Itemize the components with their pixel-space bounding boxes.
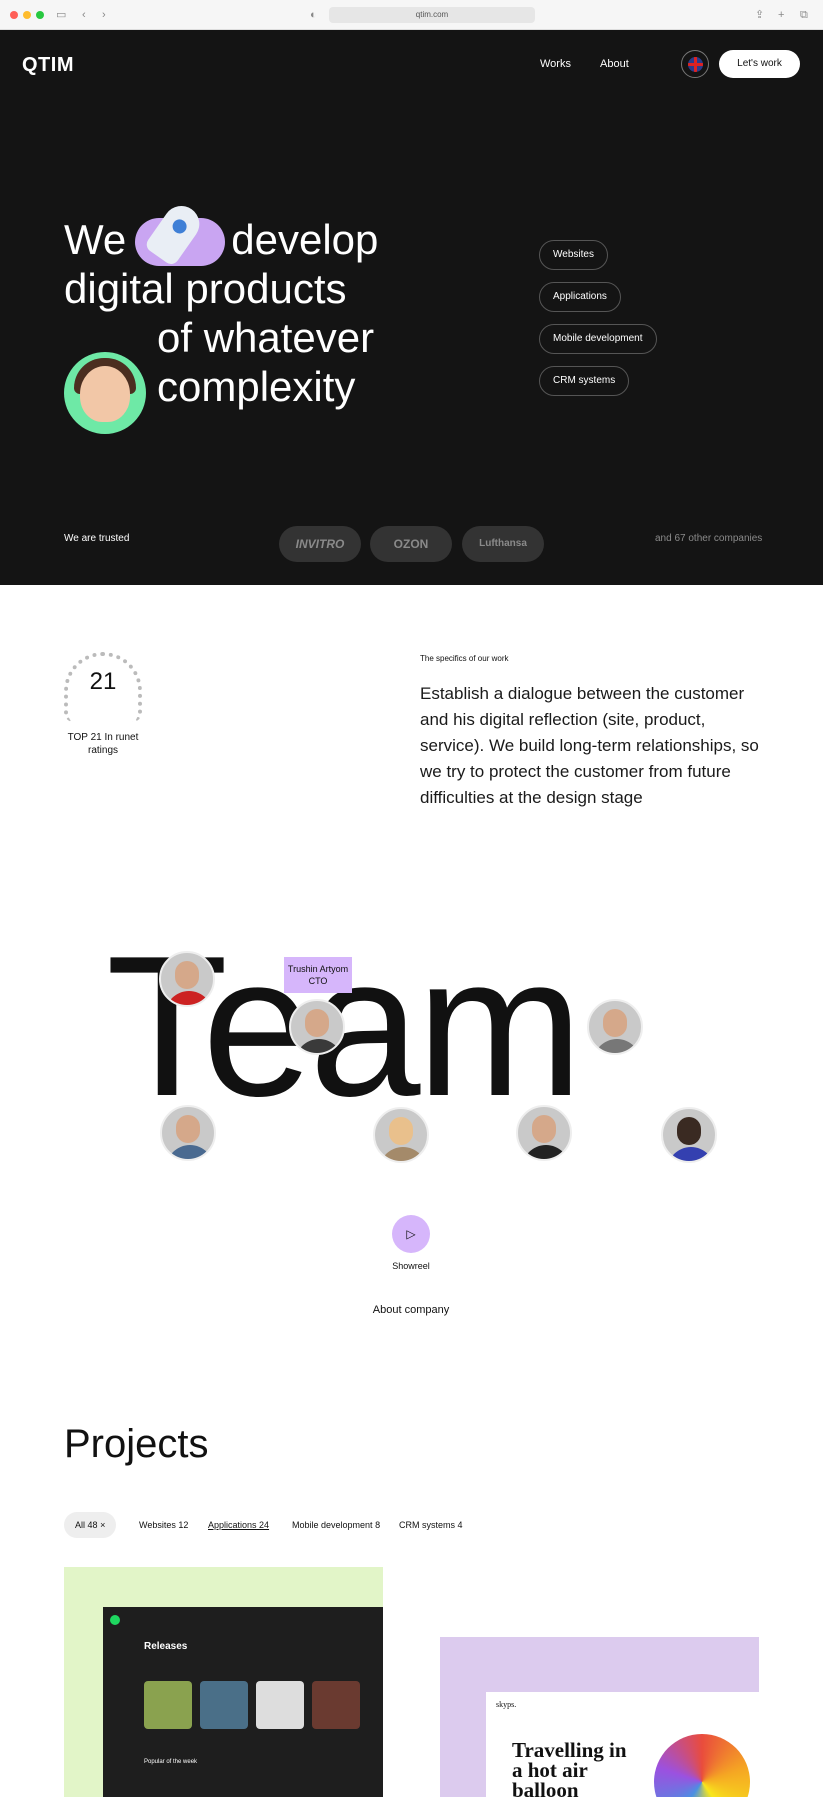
logo[interactable]: QTIM bbox=[22, 54, 74, 77]
hero-section: QTIM Works About Let's work We develop di… bbox=[0, 30, 823, 585]
album-cover bbox=[144, 1681, 192, 1729]
nav-works[interactable]: Works bbox=[540, 58, 571, 70]
rating-number: 21 bbox=[89, 668, 117, 695]
specifics-text: Establish a dialogue between the custome… bbox=[420, 684, 759, 807]
releases-heading: Releases bbox=[144, 1641, 188, 1652]
nav-about[interactable]: About bbox=[600, 58, 629, 70]
play-icon[interactable]: ▷ bbox=[392, 1215, 430, 1253]
showreel-label[interactable]: Showreel bbox=[381, 1261, 441, 1271]
spotify-logo-icon bbox=[110, 1615, 120, 1625]
filter-crm-systems[interactable]: CRM systems 4 bbox=[388, 1512, 474, 1538]
project-card-spotify[interactable]: Releases Popular of the week bbox=[64, 1567, 383, 1797]
tooltip-name: Trushin Artyom bbox=[287, 964, 349, 974]
share-icon[interactable]: ⇪ bbox=[755, 8, 764, 22]
service-mobile-development[interactable]: Mobile development bbox=[539, 324, 657, 354]
other-companies: and 67 other companies bbox=[655, 533, 763, 544]
project-preview: skyps. Travelling in a hot air balloon bbox=[486, 1692, 759, 1797]
filter-websites[interactable]: Websites 12 bbox=[128, 1512, 199, 1538]
url-text: qtim.com bbox=[415, 10, 449, 19]
new-tab-icon[interactable]: + bbox=[778, 8, 784, 22]
client-logo-invitro: INVITRO bbox=[279, 526, 361, 562]
language-switch[interactable] bbox=[681, 50, 709, 78]
tabs-overview-icon[interactable]: ⧉ bbox=[800, 8, 808, 22]
team-tooltip: Trushin Artyom CTO bbox=[284, 957, 352, 993]
team-avatar[interactable] bbox=[289, 999, 345, 1055]
filter-all[interactable]: All 48 × bbox=[64, 1512, 117, 1538]
skyps-logo: skyps. bbox=[496, 1700, 517, 1709]
tooltip-role: CTO bbox=[308, 976, 328, 986]
client-logo-ozon: OZON bbox=[370, 526, 452, 562]
trusted-label: We are trusted bbox=[64, 533, 130, 544]
shield-icon[interactable]: ◐ bbox=[310, 8, 317, 22]
avatar-face bbox=[80, 366, 130, 422]
sidebar-icon[interactable]: ▭ bbox=[56, 8, 66, 22]
avatar-badge bbox=[64, 352, 146, 434]
zoom-window-button[interactable] bbox=[36, 11, 44, 19]
lets-work-button[interactable]: Let's work bbox=[719, 50, 800, 78]
forward-icon[interactable]: › bbox=[102, 8, 106, 22]
address-bar[interactable]: qtim.com bbox=[329, 7, 535, 23]
project-preview: Releases Popular of the week bbox=[103, 1607, 383, 1797]
headline-line-4: complexity bbox=[157, 363, 356, 410]
service-applications[interactable]: Applications bbox=[539, 282, 621, 312]
back-icon[interactable]: ‹ bbox=[82, 8, 86, 22]
filter-applications[interactable]: Applications 24 bbox=[197, 1512, 280, 1538]
balloon-image bbox=[654, 1734, 750, 1797]
projects-title: Projects bbox=[64, 1422, 209, 1466]
album-cover bbox=[200, 1681, 248, 1729]
close-icon[interactable]: × bbox=[100, 1520, 105, 1530]
team-avatar[interactable] bbox=[160, 1105, 216, 1161]
team-avatar[interactable] bbox=[373, 1107, 429, 1163]
project-card-skyps[interactable]: skyps. Travelling in a hot air balloon bbox=[440, 1637, 759, 1797]
team-avatar[interactable] bbox=[516, 1105, 572, 1161]
popular-heading: Popular of the week bbox=[144, 1759, 198, 1765]
rocket-icon bbox=[143, 198, 207, 268]
uk-flag-icon bbox=[687, 56, 703, 72]
browser-toolbar: ▭ ‹ › ◐ qtim.com ⇪ + ⧉ bbox=[0, 0, 823, 30]
headline-line-2: digital products bbox=[64, 265, 347, 312]
rocket-illustration bbox=[135, 198, 225, 268]
specifics-label: The specifics of our work bbox=[420, 654, 509, 663]
skyps-heading: Travelling in a hot air balloon bbox=[512, 1738, 627, 1797]
close-window-button[interactable] bbox=[10, 11, 18, 19]
headline-line-3: of whatever bbox=[157, 314, 375, 361]
minimize-window-button[interactable] bbox=[23, 11, 31, 19]
service-crm-systems[interactable]: CRM systems bbox=[539, 366, 630, 396]
album-cover bbox=[256, 1681, 304, 1729]
rating-text: TOP 21 In runet ratings bbox=[67, 732, 139, 756]
about-company-link[interactable]: About company bbox=[361, 1304, 461, 1316]
team-avatar[interactable] bbox=[661, 1107, 717, 1163]
filter-mobile-development[interactable]: Mobile development 8 bbox=[281, 1512, 391, 1538]
service-websites[interactable]: Websites bbox=[539, 240, 608, 270]
team-avatar[interactable] bbox=[587, 999, 643, 1055]
client-logo-lufthansa: Lufthansa bbox=[462, 526, 544, 562]
album-cover bbox=[312, 1681, 360, 1729]
team-avatar[interactable] bbox=[159, 951, 215, 1007]
